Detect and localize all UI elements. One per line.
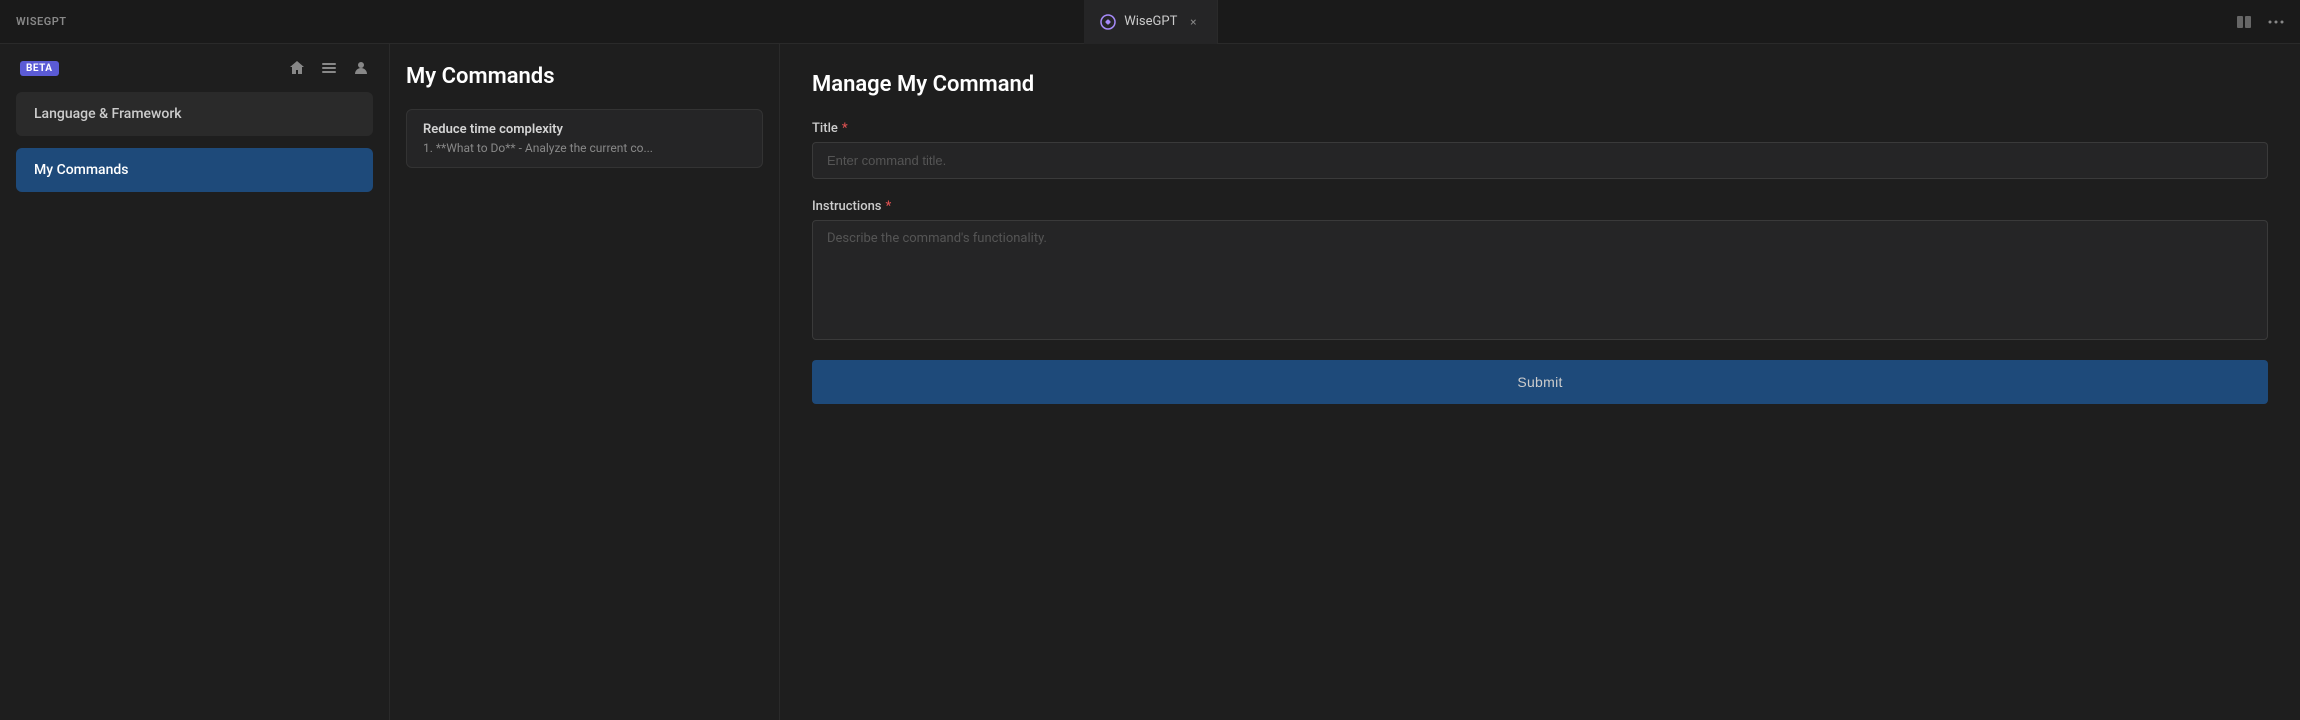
submit-button[interactable]: Submit [812,360,2268,404]
manage-panel-title: Manage My Command [812,72,2268,97]
instructions-field-label: Instructions * [812,199,2268,214]
title-input[interactable] [812,142,2268,179]
title-bar-right [2236,14,2284,30]
tab-name: WiseGPT [1124,14,1177,29]
command-item-preview: 1. **What to Do** - Analyze the current … [423,141,746,155]
split-view-icon[interactable] [2236,14,2252,30]
sidebar: BETA [0,44,390,720]
title-bar-left: WISEGPT [16,15,67,28]
command-item[interactable]: Reduce time complexity 1. **What to Do**… [406,109,763,168]
wisegpt-logo-icon [1100,14,1116,30]
home-icon[interactable] [289,60,305,76]
tab-wisegpt[interactable]: WiseGPT × [1084,0,1218,44]
sidebar-item-language-framework[interactable]: Language & Framework [16,92,373,136]
command-item-title: Reduce time complexity [423,122,746,137]
manage-panel: Manage My Command Title * Instructions *… [780,44,2300,720]
more-options-icon[interactable] [2268,14,2284,30]
app-name: WISEGPT [16,15,67,28]
title-field-label: Title * [812,121,2268,136]
title-bar: WISEGPT WiseGPT × [0,0,2300,44]
commands-panel: My Commands Reduce time complexity 1. **… [390,44,780,720]
beta-badge: BETA [20,61,59,76]
sidebar-item-label: My Commands [34,162,129,178]
title-required-star: * [842,121,848,136]
sidebar-item-label: Language & Framework [34,106,182,122]
list-icon[interactable] [321,60,337,76]
user-icon[interactable] [353,60,369,76]
title-field-group: Title * [812,121,2268,179]
tab-close-button[interactable]: × [1185,14,1201,30]
instructions-textarea[interactable] [812,220,2268,340]
sidebar-icons [289,60,369,76]
instructions-field-group: Instructions * [812,199,2268,340]
sidebar-item-my-commands[interactable]: My Commands [16,148,373,192]
main-layout: BETA [0,44,2300,720]
instructions-required-star: * [886,199,892,214]
commands-panel-title: My Commands [406,64,763,89]
sidebar-header: BETA [16,60,373,76]
title-bar-center: WiseGPT × [1084,0,1218,44]
